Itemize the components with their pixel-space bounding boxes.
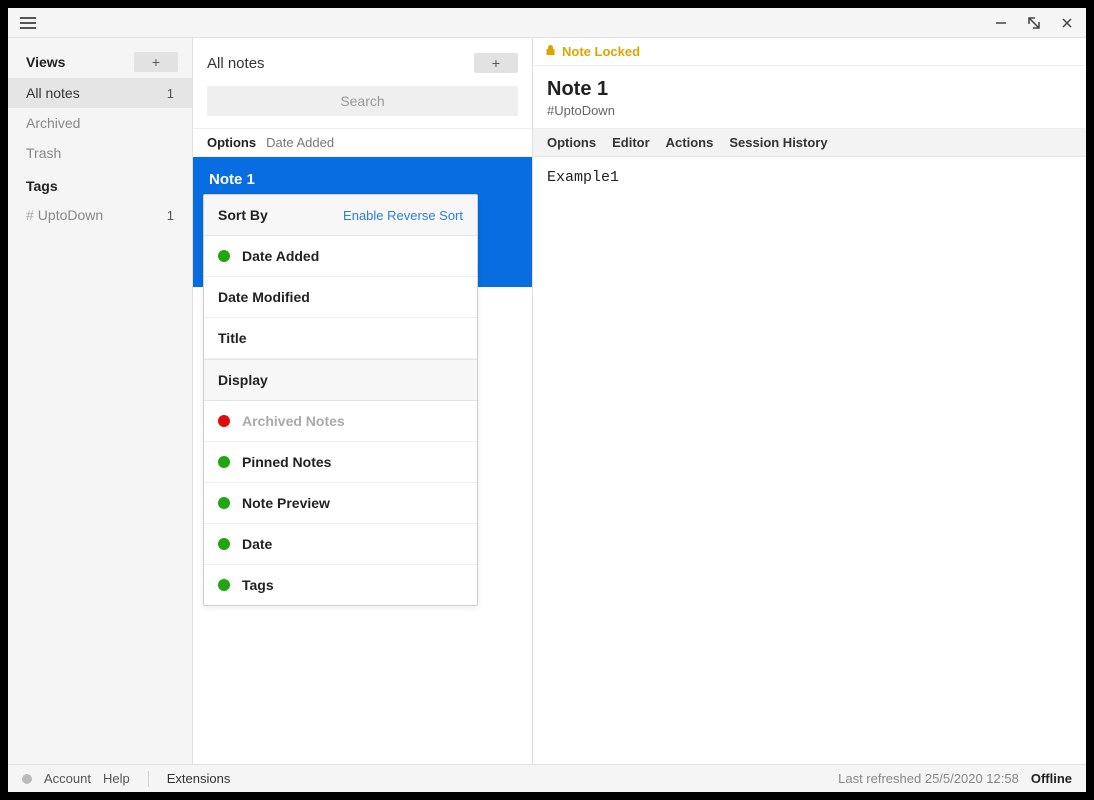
status-dot-icon [218,579,230,591]
popup-item-label: Note Preview [242,495,330,511]
options-toggle[interactable]: Options [207,135,256,150]
sidebar-item-count: 1 [167,86,174,101]
display-option-note-preview[interactable]: Note Preview [204,483,477,524]
status-dot-icon [218,497,230,509]
offline-status: Offline [1031,771,1072,786]
popup-item-label: Tags [242,577,274,593]
add-view-button[interactable]: + [134,52,178,72]
sort-option-date-modified[interactable]: Date Modified [204,277,477,318]
views-heading: Views [26,54,65,70]
tag-count: 1 [167,208,174,223]
sort-option-date-added[interactable]: Date Added [204,236,477,277]
statusbar: Account Help Extensions Last refreshed 2… [8,764,1086,792]
help-link[interactable]: Help [103,771,130,786]
editor-panel: Note Locked Note 1 #UptoDown Options Edi… [533,38,1086,764]
sidebar-item-allnotes[interactable]: All notes 1 [8,78,192,108]
notes-panel-title: All notes [207,55,265,72]
minimize-button[interactable] [994,16,1008,30]
sidebar-item-archived[interactable]: Archived [8,108,192,138]
editor-title: Note 1 [547,78,1072,101]
sidebar-item-trash[interactable]: Trash [8,138,192,168]
sidebar-item-label: All notes [26,85,80,101]
status-dot-icon [218,415,230,427]
hash-icon: # [26,207,34,223]
sidebar-tag-uptodown[interactable]: #UptoDown 1 [8,200,192,230]
search-input[interactable] [207,86,518,116]
note-card-title: Note 1 [209,171,516,188]
close-button[interactable] [1060,16,1074,30]
popup-item-label: Date [242,536,272,552]
divider [148,771,149,787]
display-option-pinned-notes[interactable]: Pinned Notes [204,442,477,483]
editor-body[interactable]: Example1 [533,157,1086,198]
last-refreshed-label: Last refreshed 25/5/2020 12:58 [838,771,1019,786]
note-locked-banner: Note Locked [533,38,1086,66]
enable-reverse-sort-link[interactable]: Enable Reverse Sort [343,208,463,223]
status-dot-icon [218,538,230,550]
tab-session-history[interactable]: Session History [729,135,827,150]
tab-options[interactable]: Options [547,135,596,150]
display-option-tags[interactable]: Tags [204,565,477,605]
popup-item-label: Date Modified [218,289,310,305]
options-popup: Sort By Enable Reverse Sort Date Added D… [203,194,478,606]
tag-label: UptoDown [38,207,103,223]
popup-item-label: Title [218,330,247,346]
extensions-link[interactable]: Extensions [167,771,231,786]
popup-item-label: Pinned Notes [242,454,331,470]
status-dot-icon [22,774,32,784]
editor-tag: #UptoDown [547,103,1072,118]
lock-icon [545,44,556,59]
tab-actions[interactable]: Actions [666,135,714,150]
sort-by-heading: Sort By [218,207,268,223]
sidebar-item-label: Archived [26,115,80,131]
maximize-button[interactable] [1026,15,1042,31]
display-option-archived-notes[interactable]: Archived Notes [204,401,477,442]
account-link[interactable]: Account [44,771,91,786]
sort-option-title[interactable]: Title [204,318,477,359]
display-heading: Display [218,372,268,388]
tags-heading: Tags [26,178,58,194]
options-value: Date Added [266,135,334,150]
popup-item-label: Date Added [242,248,319,264]
lock-label: Note Locked [562,44,640,59]
menu-icon[interactable] [20,17,36,29]
popup-item-label: Archived Notes [242,413,345,429]
tab-editor[interactable]: Editor [612,135,650,150]
add-note-button[interactable]: + [474,53,518,73]
status-dot-icon [218,456,230,468]
display-option-date[interactable]: Date [204,524,477,565]
status-dot-icon [218,250,230,262]
notes-panel: All notes + Options Date Added Note 1 So… [193,38,533,764]
sidebar-item-label: Trash [26,145,61,161]
sidebar: Views + All notes 1 Archived Trash Tags … [8,38,193,764]
